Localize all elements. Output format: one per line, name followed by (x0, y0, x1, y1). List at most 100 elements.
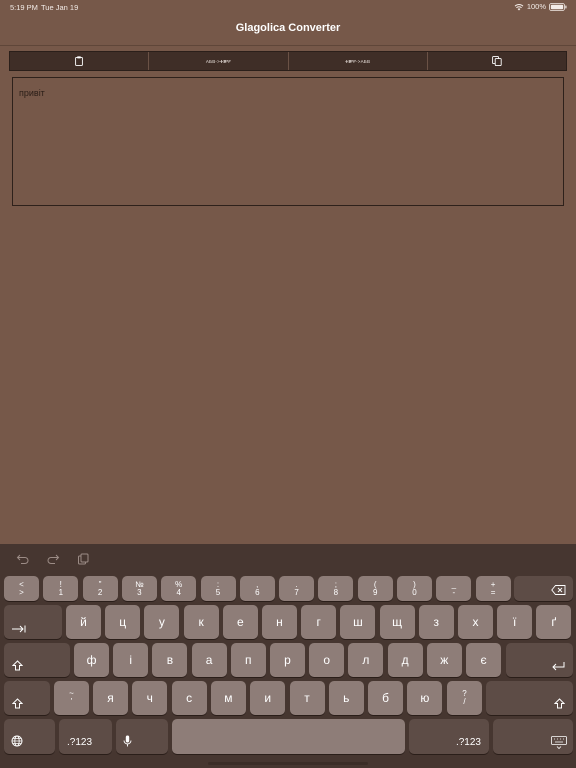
to-cyrillic-button[interactable]: ⰀⰁⰂ->АБВ (289, 52, 428, 70)
number-key[interactable]: :5 (200, 576, 236, 601)
shift-key-right[interactable] (486, 681, 573, 715)
letter-key[interactable]: ґ (536, 605, 572, 639)
redo-icon[interactable] (46, 552, 60, 566)
key-bottom-label: - (452, 587, 456, 597)
letter-key[interactable]: д (387, 643, 423, 677)
key-bottom-label: 8 (333, 587, 339, 597)
paste-button[interactable] (10, 52, 150, 70)
number-key[interactable]: < > (4, 576, 39, 601)
letter-key[interactable]: б (368, 681, 404, 715)
letter-key[interactable]: ї (497, 605, 533, 639)
microphone-icon (123, 735, 132, 747)
number-key[interactable]: (9 (357, 576, 393, 601)
undo-icon[interactable] (16, 552, 30, 566)
return-key[interactable] (506, 643, 573, 677)
letter-key[interactable]: ь (328, 681, 364, 715)
status-date: Tue Jan 19 (41, 3, 79, 12)
key-bottom-label: 4 (176, 587, 181, 597)
shift-key-left-bottom[interactable] (4, 681, 50, 715)
letter-key[interactable]: к (183, 605, 219, 639)
key-bottom-label: 1 (58, 587, 64, 597)
letter-key[interactable]: л (348, 643, 384, 677)
letter-key[interactable]: з (418, 605, 454, 639)
letter-key[interactable]: ч (132, 681, 168, 715)
letter-key[interactable]: с (171, 681, 207, 715)
letter-key[interactable]: х (458, 605, 493, 639)
letter-key[interactable]: щ (379, 605, 415, 639)
page-title: Glagolica Converter (235, 22, 341, 34)
keyboard-dismiss-icon (551, 736, 567, 750)
dictation-key[interactable] (116, 719, 168, 754)
number-key[interactable]: + = (475, 576, 511, 601)
number-key[interactable]: .7 (279, 576, 315, 601)
number-key[interactable]: " 2 (82, 576, 118, 601)
clipboard-icon (75, 56, 83, 66)
number-key[interactable]: № 3 (121, 576, 157, 601)
space-key[interactable] (172, 719, 405, 754)
status-right: 100% (514, 2, 567, 11)
text-editor[interactable]: привіт (12, 77, 564, 206)
key-bottom-label: > (19, 587, 24, 597)
numbers-key-right[interactable]: .?123 (409, 719, 489, 754)
paste-shortcut-icon[interactable] (76, 552, 90, 566)
shift-icon (12, 660, 23, 671)
battery-icon (549, 2, 567, 11)
return-icon (552, 662, 565, 671)
letter-key[interactable]: р (270, 643, 305, 677)
number-key[interactable]: _ - (436, 576, 472, 601)
letter-key[interactable]: и (250, 681, 286, 715)
backspace-key[interactable] (514, 576, 573, 601)
letter-key[interactable]: є (466, 643, 501, 677)
letter-key[interactable]: у (144, 605, 180, 639)
letter-key[interactable]: п (230, 643, 266, 677)
status-bar: 5:19 PM Tue Jan 19 100% (0, 0, 576, 16)
key-bottom-label: 7 (294, 587, 299, 597)
converter-toolbar: АБВ->ⰀⰁⰂ ⰀⰁⰂ->АБВ (9, 51, 567, 71)
letter-key[interactable]: ю (407, 681, 443, 715)
letter-key[interactable]: ф (74, 643, 109, 677)
letter-key[interactable]: а (191, 643, 227, 677)
tab-icon (12, 625, 26, 633)
status-time: 5:19 PM (10, 3, 38, 12)
letter-key[interactable]: м (210, 681, 246, 715)
keyboard-shortcut-bar (0, 544, 576, 574)
key-question[interactable]: ? / (447, 681, 482, 715)
letter-key[interactable]: ш (340, 605, 376, 639)
letter-key[interactable]: ц (105, 605, 141, 639)
letter-key[interactable]: о (309, 643, 345, 677)
shift-icon (554, 698, 565, 709)
nav-divider (0, 45, 576, 46)
numbers-key-left[interactable]: .?123 (59, 719, 112, 754)
key-bottom-label: 3 (137, 587, 142, 597)
letter-key[interactable]: е (222, 605, 258, 639)
copy-button[interactable] (428, 52, 566, 70)
letter-key[interactable]: н (262, 605, 297, 639)
key-bottom-label: 2 (97, 587, 103, 597)
key-bottom-label: 9 (372, 587, 378, 597)
keyboard: < >! 1 " 2 № 3% 4:5, 6. 7; 8(9) 0 _ - + = йцукенгшщзхїґ… (0, 574, 576, 768)
number-key[interactable]: % 4 (161, 576, 197, 601)
letter-key[interactable]: і (113, 643, 149, 677)
letter-key[interactable]: ж (426, 643, 462, 677)
number-key[interactable]: ) 0 (397, 576, 432, 601)
globe-key[interactable] (4, 719, 55, 754)
to-glagolitic-button[interactable]: АБВ->ⰀⰁⰂ (149, 52, 289, 70)
letter-key[interactable]: й (66, 605, 101, 639)
shift-left-key[interactable] (4, 643, 70, 677)
shift-icon (12, 698, 23, 709)
number-key[interactable]: ; 8 (318, 576, 354, 601)
letter-key[interactable]: т (289, 681, 325, 715)
key-tilde[interactable]: ~ ' (54, 681, 89, 715)
key-bottom-label: 6 (255, 587, 260, 597)
key-bottom-label: = (490, 587, 496, 597)
number-key[interactable]: ! 1 (43, 576, 79, 601)
battery-percent: 100% (526, 2, 546, 11)
tab-key[interactable] (4, 605, 62, 639)
dismiss-keyboard-key[interactable] (493, 719, 573, 754)
letter-key[interactable]: в (152, 643, 188, 677)
number-key[interactable]: ,6 (239, 576, 275, 601)
letter-key[interactable]: я (93, 681, 128, 715)
editor-text: привіт (19, 88, 45, 98)
backspace-icon (551, 585, 566, 595)
letter-key[interactable]: г (301, 605, 337, 639)
